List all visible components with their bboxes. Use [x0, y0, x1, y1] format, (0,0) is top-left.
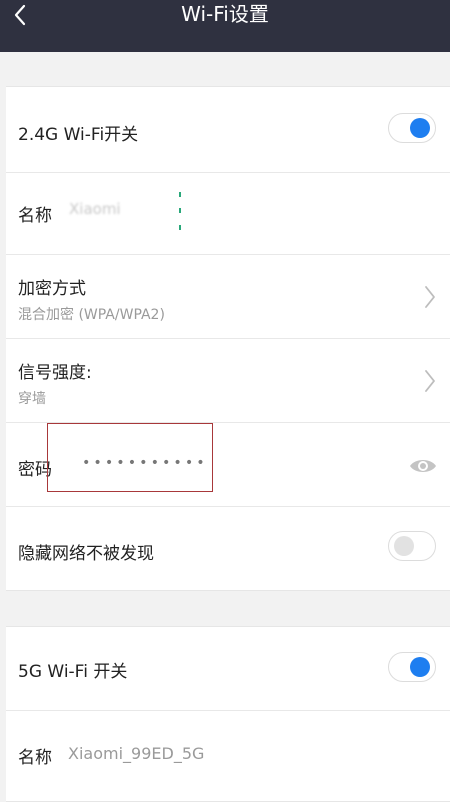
toggle-knob: [410, 657, 430, 677]
chevron-right-icon: [425, 370, 435, 392]
signal-strength-value: 穿墙: [18, 391, 46, 407]
encryption-value: 混合加密 (WPA/WPA2): [18, 307, 165, 323]
wifi-5g-name-value: Xiaomi_99ED_5G: [68, 744, 205, 763]
cursor-mark-icon: [179, 192, 181, 230]
chevron-right-icon: [425, 286, 435, 308]
encryption-row[interactable]: 加密方式 混合加密 (WPA/WPA2): [6, 255, 450, 339]
highlight-box: [47, 423, 213, 492]
wifi-5g-switch-row[interactable]: 5G Wi-Fi 开关: [6, 627, 450, 711]
hide-network-row[interactable]: 隐藏网络不被发现: [6, 507, 450, 590]
toggle-knob: [394, 536, 414, 556]
toggle-knob: [410, 118, 430, 138]
wifi-5g-name-label: 名称: [18, 748, 52, 768]
hide-network-toggle[interactable]: [388, 531, 436, 561]
wifi-2g-name-value[interactable]: Xiaomi: [69, 200, 121, 218]
wifi-2g-name-label: 名称: [18, 206, 52, 226]
signal-strength-label: 信号强度:: [18, 363, 92, 383]
eye-icon[interactable]: [409, 457, 437, 475]
hide-network-label: 隐藏网络不被发现: [18, 544, 154, 564]
wifi-5g-name-row[interactable]: 名称 Xiaomi_99ED_5G: [6, 711, 450, 801]
wifi-2g-switch-row[interactable]: 2.4G Wi-Fi开关: [6, 87, 450, 173]
title-bar: Wi-Fi设置: [0, 0, 450, 52]
wifi-5g-toggle[interactable]: [388, 652, 436, 682]
wifi-2g-toggle[interactable]: [388, 113, 436, 143]
signal-strength-row[interactable]: 信号强度: 穿墙: [6, 339, 450, 423]
wifi-2g-switch-label: 2.4G Wi-Fi开关: [18, 125, 139, 145]
wifi-5g-section: 5G Wi-Fi 开关 名称 Xiaomi_99ED_5G: [6, 626, 450, 802]
page-title: Wi-Fi设置: [181, 2, 269, 26]
wifi-5g-switch-label: 5G Wi-Fi 开关: [18, 662, 128, 682]
wifi-2g-section: 2.4G Wi-Fi开关 名称 加密方式 混合加密 (WPA/WPA2) 信号强…: [6, 86, 450, 591]
encryption-label: 加密方式: [18, 279, 86, 299]
